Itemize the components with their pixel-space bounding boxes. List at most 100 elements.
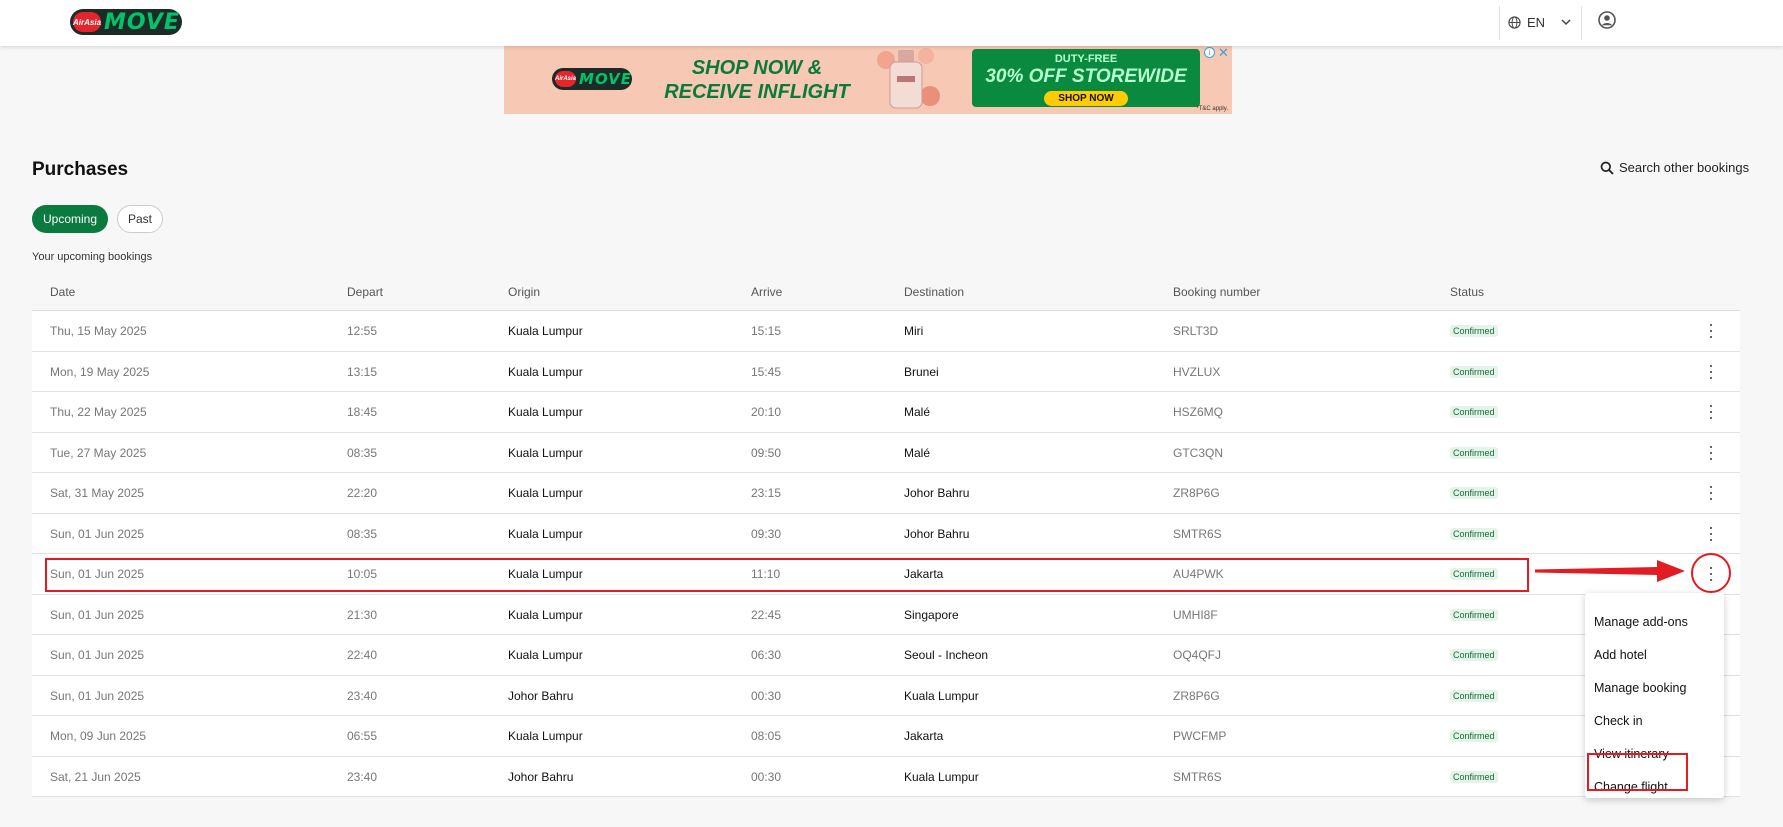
table-row[interactable]: Sun, 01 Jun 2025 10:05 Kuala Lumpur 11:10 Ja… xyxy=(32,554,1740,595)
more-options-dot xyxy=(1710,330,1712,332)
cell-destination: Malé xyxy=(904,405,931,419)
account-button[interactable] xyxy=(1598,11,1616,34)
table-row[interactable]: Thu, 22 May 2025 18:45 Kuala Lumpur 20:10 Ma… xyxy=(32,392,1740,433)
more-options-icon[interactable] xyxy=(1708,324,1714,338)
more-options-dot xyxy=(1710,336,1712,338)
cell-date: Sat, 31 May 2025 xyxy=(50,486,145,500)
cell-destination: Kuala Lumpur xyxy=(904,769,979,784)
globe-icon xyxy=(1508,15,1521,29)
cell-arrive: 15:15 xyxy=(751,324,782,338)
more-options-dot xyxy=(1710,417,1712,419)
cell-arrive: 15:45 xyxy=(751,364,782,379)
cell-booking-number: PWCFMP xyxy=(1173,729,1227,743)
menu-item-check-in[interactable]: Check in xyxy=(1585,704,1724,737)
cell-depart: 13:15 xyxy=(347,364,378,379)
table-row[interactable]: Sun, 01 Jun 2025 23:40 Johor Bahru 00:30 Kua… xyxy=(32,675,1740,716)
more-options-dot xyxy=(1710,532,1712,535)
more-options-icon[interactable] xyxy=(1708,526,1714,541)
cell-date: Thu, 22 May 2025 xyxy=(50,405,147,419)
ad-info-icon[interactable]: i xyxy=(1204,47,1215,58)
cell-date: Thu, 15 May 2025 xyxy=(50,324,147,338)
cell-depart: 08:35 xyxy=(347,526,378,541)
tab-past[interactable]: Past xyxy=(117,205,163,233)
cell-date: Mon, 09 Jun 2025 xyxy=(50,729,147,743)
status-badge: Confirmed xyxy=(1450,689,1498,702)
cell-booking-number: OQ4QFJ xyxy=(1173,648,1222,662)
page-title: Purchases xyxy=(32,159,129,180)
more-options-dot xyxy=(1710,486,1712,488)
cell-date: Sun, 01 Jun 2025 xyxy=(50,567,145,581)
cell-arrive: 09:50 xyxy=(751,445,782,460)
ad-close-icon[interactable]: ✕ xyxy=(1218,45,1229,61)
top-header: AirAsia MOVE EN xyxy=(0,0,1783,46)
column-header-booking-number: Booking number xyxy=(1173,285,1261,299)
table-row[interactable]: Sun, 01 Jun 2025 21:30 Kuala Lumpur 22:45 Si… xyxy=(32,594,1740,635)
cell-destination: Johor Bahru xyxy=(904,526,970,541)
menu-item-manage-booking[interactable]: Manage booking xyxy=(1585,671,1724,704)
user-circle-icon xyxy=(1598,11,1616,29)
cell-destination: Brunei xyxy=(904,364,939,379)
column-header-depart: Depart xyxy=(347,285,384,299)
column-header-origin: Origin xyxy=(508,285,541,299)
more-options-dot xyxy=(1710,579,1712,581)
table-row[interactable]: Sun, 01 Jun 2025 08:35 Kuala Lumpur 09:30 Jo… xyxy=(32,513,1740,554)
more-options-dot xyxy=(1710,457,1712,460)
status-badge: Confirmed xyxy=(1450,446,1498,459)
cell-depart: 10:05 xyxy=(347,567,378,581)
status-badge: Confirmed xyxy=(1450,325,1498,337)
language-selector[interactable]: EN xyxy=(1508,10,1573,34)
cell-depart: 23:40 xyxy=(347,769,378,784)
menu-item-change-flight[interactable]: Change flight xyxy=(1585,770,1724,803)
status-badge: Confirmed xyxy=(1450,730,1498,742)
cell-destination: Kuala Lumpur xyxy=(904,688,979,703)
more-options-dot xyxy=(1710,492,1712,494)
duty-free-label: DUTY-FREE xyxy=(1054,53,1118,65)
cell-destination: Malé xyxy=(904,445,931,460)
table-row[interactable]: Mon, 19 May 2025 13:15 Kuala Lumpur 15:45 Br… xyxy=(32,351,1740,392)
table-row[interactable]: Mon, 09 Jun 2025 06:55 Kuala Lumpur 08:05 Ja… xyxy=(32,716,1740,757)
cell-arrive: 22:45 xyxy=(751,607,782,622)
more-options-dot xyxy=(1710,445,1712,448)
table-row[interactable]: Thu, 15 May 2025 12:55 Kuala Lumpur 15:15 Mi… xyxy=(32,311,1740,352)
header-divider xyxy=(1581,6,1582,40)
promo-banner[interactable]: AirAsia MOVE SHOP NOW & RECEIVE INFLIGHT… xyxy=(504,46,1232,114)
more-options-dot xyxy=(1710,324,1712,326)
cell-origin: Kuala Lumpur xyxy=(508,486,583,500)
more-options-icon[interactable] xyxy=(1708,567,1714,581)
cell-origin: Kuala Lumpur xyxy=(508,567,583,581)
search-other-bookings-link[interactable]: Search other bookings xyxy=(1600,160,1749,175)
booking-actions-menu: Manage add-ons Add hotel Manage booking … xyxy=(1585,593,1724,798)
table-row[interactable]: Tue, 27 May 2025 08:35 Kuala Lumpur 09:50 Ma… xyxy=(32,432,1740,473)
tab-upcoming[interactable]: Upcoming xyxy=(32,205,108,233)
cell-arrive: 00:30 xyxy=(751,688,782,703)
airasia-move-logo[interactable]: AirAsia MOVE xyxy=(70,9,182,35)
language-code: EN xyxy=(1527,14,1546,30)
status-badge: Confirmed xyxy=(1450,487,1498,499)
table-row[interactable]: Sat, 21 Jun 2025 23:40 Johor Bahru 00:30 Kua… xyxy=(32,756,1740,797)
cell-depart: 06:55 xyxy=(347,729,378,743)
cell-arrive: 00:30 xyxy=(751,769,782,784)
more-options-icon[interactable] xyxy=(1708,445,1714,460)
menu-item-add-hotel[interactable]: Add hotel xyxy=(1585,638,1724,671)
cell-depart: 12:55 xyxy=(347,324,378,338)
table-row[interactable]: Sat, 31 May 2025 22:20 Kuala Lumpur 23:15 Jo… xyxy=(32,473,1740,514)
cell-date: Sun, 01 Jun 2025 xyxy=(50,607,145,622)
cell-date: Sat, 21 Jun 2025 xyxy=(50,769,141,784)
cell-origin: Johor Bahru xyxy=(508,769,574,784)
more-options-icon[interactable] xyxy=(1708,405,1714,419)
red-arrow-annotation xyxy=(1535,560,1685,582)
cell-depart: 23:40 xyxy=(347,688,378,703)
terms-text: *T&C apply. xyxy=(1196,106,1228,112)
table-row[interactable]: Sun, 01 Jun 2025 22:40 Kuala Lumpur 06:30 Se… xyxy=(32,635,1740,676)
perfume-bottle-image xyxy=(877,48,940,109)
cell-depart: 22:20 xyxy=(347,486,378,500)
more-options-icon[interactable] xyxy=(1708,486,1714,500)
table-body: Thu, 15 May 2025 12:55 Kuala Lumpur 15:15 Mi… xyxy=(32,311,1740,797)
cell-origin: Kuala Lumpur xyxy=(508,364,583,379)
menu-item-manage-add-ons[interactable]: Manage add-ons xyxy=(1585,605,1724,638)
status-badge: Confirmed xyxy=(1450,365,1498,378)
more-options-icon[interactable] xyxy=(1708,364,1714,379)
more-options-dot xyxy=(1710,573,1712,575)
menu-item-view-itinerary[interactable]: View itinerary xyxy=(1585,737,1724,770)
shop-now-button[interactable]: SHOP NOW xyxy=(1044,91,1128,106)
